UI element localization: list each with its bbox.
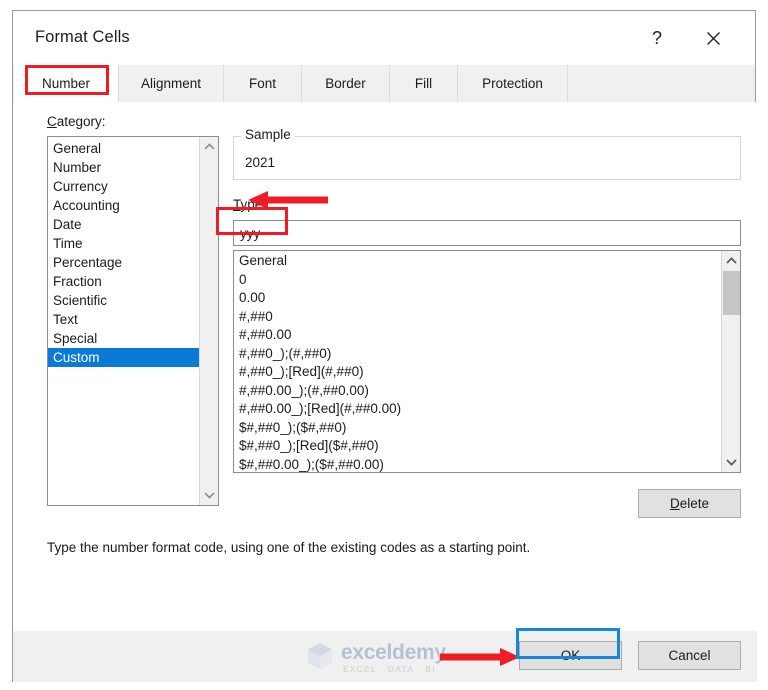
type-item-currency-2dp-paren[interactable]: $#,##0.00_);($#,##0.00) bbox=[234, 456, 721, 473]
screenshot-root: Format Cells ? Number Alignment Font Bor… bbox=[0, 0, 768, 690]
sample-legend: Sample bbox=[241, 127, 295, 142]
sample-groupbox bbox=[233, 136, 741, 180]
close-button[interactable] bbox=[693, 23, 733, 53]
tab-font[interactable]: Font bbox=[224, 65, 302, 102]
format-cells-dialog: Format Cells ? Number Alignment Font Bor… bbox=[12, 10, 757, 682]
close-icon bbox=[706, 31, 721, 46]
dialog-titlebar: Format Cells ? bbox=[13, 11, 755, 65]
delete-button-label: Delete bbox=[669, 496, 710, 511]
category-label-rest: ategory: bbox=[56, 114, 106, 129]
type-item-thousands-2dp-red[interactable]: #,##0.00_);[Red](#,##0.00) bbox=[234, 400, 721, 419]
type-item-currency-red[interactable]: $#,##0_);[Red]($#,##0) bbox=[234, 437, 721, 456]
scroll-down-icon[interactable] bbox=[722, 453, 740, 472]
category-item-currency[interactable]: Currency bbox=[48, 177, 200, 196]
watermark-tagline: EXCEL · DATA · BI bbox=[343, 665, 436, 674]
type-scrollbar[interactable] bbox=[721, 251, 740, 472]
type-item-thousands-2dp[interactable]: #,##0.00 bbox=[234, 326, 721, 345]
tab-border[interactable]: Border bbox=[302, 65, 390, 102]
number-tab-panel: Category: General Number Currency Accoun… bbox=[13, 102, 757, 631]
watermark-name: exceldemy bbox=[341, 641, 446, 664]
help-button[interactable]: ? bbox=[637, 23, 677, 53]
scroll-up-icon[interactable] bbox=[200, 137, 218, 156]
delete-underlined-char: D bbox=[669, 496, 680, 511]
scroll-down-icon[interactable] bbox=[200, 486, 218, 505]
type-item-currency-paren[interactable]: $#,##0_);($#,##0) bbox=[234, 419, 721, 438]
exceldemy-logo-icon bbox=[305, 641, 335, 676]
type-item-thousands-red[interactable]: #,##0_);[Red](#,##0) bbox=[234, 363, 721, 382]
category-item-time[interactable]: Time bbox=[48, 234, 200, 253]
category-scrollbar[interactable] bbox=[199, 137, 218, 505]
type-label: Type: bbox=[233, 197, 266, 212]
type-label-rest: ype: bbox=[240, 197, 267, 212]
category-items: General Number Currency Accounting Date … bbox=[48, 137, 200, 367]
scroll-up-icon[interactable] bbox=[722, 251, 740, 270]
type-label-underlined-char: T bbox=[233, 197, 241, 212]
question-mark-icon: ? bbox=[651, 27, 662, 48]
cancel-button[interactable]: Cancel bbox=[638, 641, 741, 670]
category-item-custom[interactable]: Custom bbox=[48, 348, 200, 367]
tab-alignment[interactable]: Alignment bbox=[119, 65, 224, 102]
exceldemy-watermark: exceldemy EXCEL · DATA · BI bbox=[305, 641, 477, 676]
ok-button[interactable]: OK bbox=[519, 641, 622, 670]
dialog-title: Format Cells bbox=[35, 28, 130, 46]
type-input[interactable] bbox=[233, 220, 741, 246]
category-item-fraction[interactable]: Fraction bbox=[48, 272, 200, 291]
type-item-thousands[interactable]: #,##0 bbox=[234, 308, 721, 327]
watermark-words: exceldemy EXCEL · DATA · BI bbox=[341, 641, 446, 674]
category-item-percentage[interactable]: Percentage bbox=[48, 253, 200, 272]
delete-button[interactable]: Delete bbox=[638, 489, 741, 518]
category-label: Category: bbox=[47, 114, 106, 129]
type-scrollbar-thumb[interactable] bbox=[723, 271, 740, 315]
tab-protection[interactable]: Protection bbox=[458, 65, 568, 102]
category-label-underlined-char: C bbox=[47, 114, 57, 129]
category-item-special[interactable]: Special bbox=[48, 329, 200, 348]
category-item-date[interactable]: Date bbox=[48, 215, 200, 234]
type-item-thousands-2dp-paren[interactable]: #,##0.00_);(#,##0.00) bbox=[234, 382, 721, 401]
category-listbox[interactable]: General Number Currency Accounting Date … bbox=[47, 136, 219, 506]
category-item-scientific[interactable]: Scientific bbox=[48, 291, 200, 310]
format-help-text: Type the number format code, using one o… bbox=[47, 540, 531, 555]
type-item-thousands-paren[interactable]: #,##0_);(#,##0) bbox=[234, 345, 721, 364]
type-items: General 0 0.00 #,##0 #,##0.00 #,##0_);(#… bbox=[234, 251, 721, 473]
category-item-accounting[interactable]: Accounting bbox=[48, 196, 200, 215]
sample-value: 2021 bbox=[245, 155, 276, 170]
type-listbox[interactable]: General 0 0.00 #,##0 #,##0.00 #,##0_);(#… bbox=[233, 250, 741, 473]
category-item-number[interactable]: Number bbox=[48, 158, 200, 177]
category-item-text[interactable]: Text bbox=[48, 310, 200, 329]
type-item-zero[interactable]: 0 bbox=[234, 271, 721, 290]
type-item-zero-2dp[interactable]: 0.00 bbox=[234, 289, 721, 308]
tab-number[interactable]: Number bbox=[14, 65, 119, 102]
category-item-general[interactable]: General bbox=[48, 139, 200, 158]
tab-fill[interactable]: Fill bbox=[390, 65, 458, 102]
type-item-general[interactable]: General bbox=[234, 252, 721, 271]
tab-strip: Number Alignment Font Border Fill Protec… bbox=[13, 65, 755, 103]
